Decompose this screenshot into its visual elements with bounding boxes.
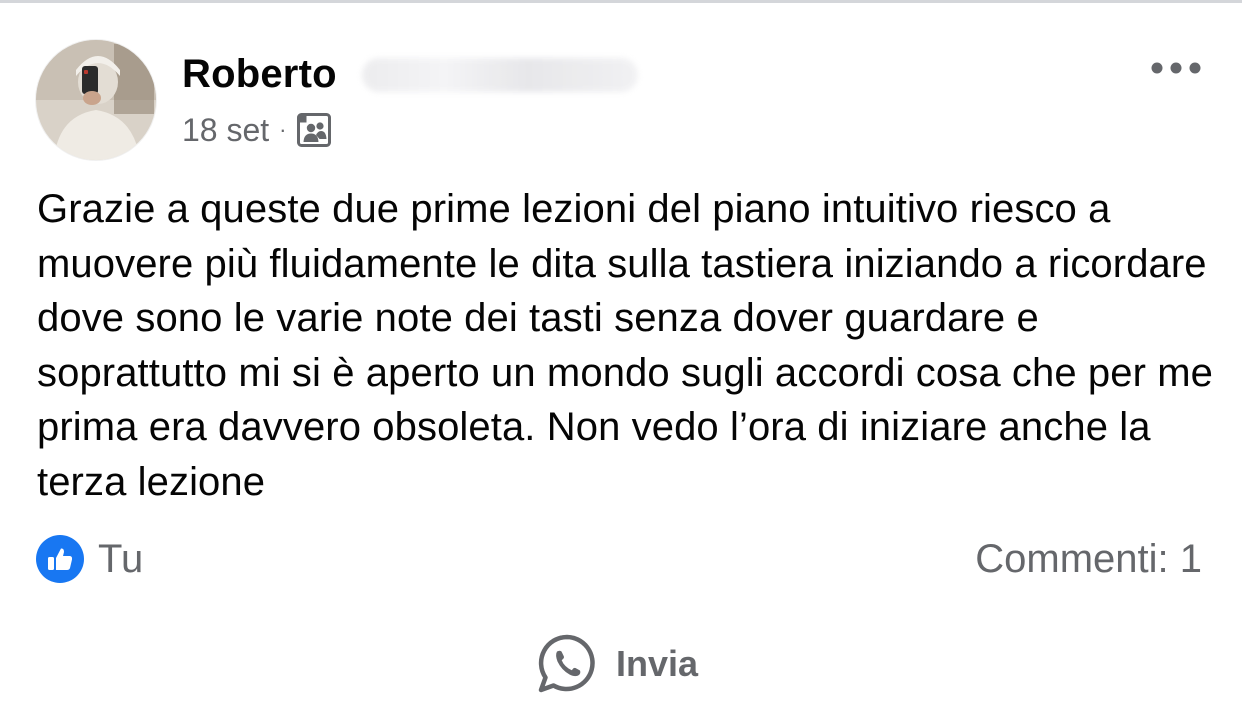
comments-count[interactable]: Commenti: 1 xyxy=(975,534,1202,584)
redacted-surname xyxy=(362,58,638,92)
more-options-button[interactable] xyxy=(1146,52,1206,84)
whatsapp-icon xyxy=(538,634,595,693)
send-button[interactable]: Invia xyxy=(536,632,698,696)
avatar-photo xyxy=(36,40,156,160)
reaction-names: Tu xyxy=(98,536,144,581)
post-meta: 18 set · xyxy=(182,108,331,152)
group-audience-icon[interactable] xyxy=(296,113,331,147)
avatar[interactable] xyxy=(36,40,156,160)
author-name[interactable]: Roberto xyxy=(182,48,337,100)
like-icon xyxy=(36,535,84,583)
post-date[interactable]: 18 set xyxy=(182,112,269,149)
post-body: Grazie a queste due prime lezioni del pi… xyxy=(37,187,1213,504)
meta-separator: · xyxy=(279,117,287,142)
top-divider xyxy=(0,0,1242,3)
reactions-summary[interactable]: Tu xyxy=(36,534,143,584)
send-label: Invia xyxy=(616,643,699,684)
more-options-icon xyxy=(1151,62,1201,74)
